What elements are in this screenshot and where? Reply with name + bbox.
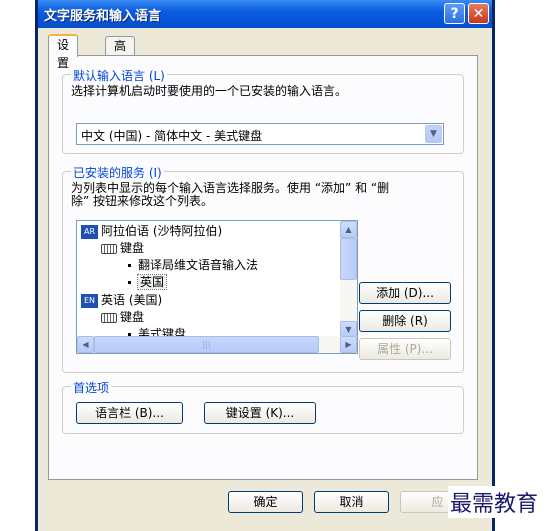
window-title: 文字服务和输入语言	[44, 9, 162, 24]
default-language-group: 默认输入语言 (L) 选择计算机启动时要使用的一个已安装的输入语言。 中文 (中…	[62, 67, 464, 154]
scroll-left-icon[interactable]: ◀	[77, 336, 94, 353]
tree-item-service[interactable]: 翻译局维文语音输入法	[125, 257, 258, 274]
tree-item-keyboard[interactable]: 键盘	[101, 309, 144, 326]
language-badge-ar: AR	[81, 224, 98, 239]
dialog-window: 文字服务和输入语言 ? ✕ 设置 高级 默认输入语言 (L) 选择计算机启动时要…	[35, 0, 495, 531]
language-bar-button[interactable]: 语言栏 (B)...	[76, 402, 183, 424]
scroll-up-icon[interactable]: ▲	[340, 221, 357, 238]
chevron-down-icon[interactable]: ▼	[425, 125, 442, 143]
tree-label: 键盘	[120, 241, 145, 255]
bullet-icon	[128, 264, 131, 267]
default-language-title: 默认输入语言 (L)	[71, 67, 167, 84]
vertical-scroll-thumb[interactable]	[340, 238, 357, 280]
tree-label: 英语 (美国)	[101, 293, 163, 307]
vertical-scrollbar[interactable]: ▲ ▼	[340, 221, 357, 338]
default-language-value: 中文 (中国) - 简体中文 - 美式键盘	[81, 129, 263, 143]
keyboard-icon	[101, 243, 117, 254]
default-language-select[interactable]: 中文 (中国) - 简体中文 - 美式键盘 ▼	[76, 123, 444, 145]
title-bar[interactable]: 文字服务和输入语言 ? ✕	[38, 0, 492, 28]
tree-item-service-selected[interactable]: 英国	[125, 274, 168, 291]
help-button[interactable]: ?	[444, 3, 465, 24]
keyboard-icon	[101, 312, 117, 323]
description-line-2: 除” 按钮来修改这个列表。	[71, 194, 214, 208]
cancel-button[interactable]: 取消	[314, 491, 389, 513]
watermark-text: 最需教育	[447, 486, 540, 518]
preferences-group: 首选项 语言栏 (B)... 键设置 (K)...	[62, 379, 464, 434]
language-badge-en: EN	[81, 293, 98, 308]
remove-button[interactable]: 删除 (R)	[359, 310, 451, 332]
tree-item-english[interactable]: EN 英语 (美国)	[81, 292, 162, 309]
tab-panel: 默认输入语言 (L) 选择计算机启动时要使用的一个已安装的输入语言。 中文 (中…	[48, 55, 478, 480]
horizontal-scrollbar[interactable]: ◀ ||| ▶	[77, 336, 357, 353]
bullet-icon	[128, 281, 131, 284]
add-button[interactable]: 添加 (D)...	[359, 282, 451, 304]
horizontal-scroll-thumb[interactable]: |||	[94, 336, 319, 353]
default-language-description: 选择计算机启动时要使用的一个已安装的输入语言。	[71, 84, 348, 98]
tree-label: 翻译局维文语音输入法	[138, 258, 259, 272]
tree-item-arabic[interactable]: AR 阿拉伯语 (沙特阿拉伯)	[81, 223, 222, 240]
preferences-title: 首选项	[71, 379, 112, 396]
tab-advanced[interactable]: 高级	[105, 36, 136, 71]
tab-settings[interactable]: 设置	[48, 34, 79, 70]
scroll-right-icon[interactable]: ▶	[340, 336, 357, 353]
key-settings-button[interactable]: 键设置 (K)...	[204, 402, 316, 424]
properties-button[interactable]: 属性 (P)...	[359, 338, 451, 360]
tree-label: 键盘	[120, 310, 145, 324]
installed-services-title: 已安装的服务 (I)	[71, 164, 164, 181]
tree-label: 英国	[136, 274, 168, 290]
tree-item-keyboard[interactable]: 键盘	[101, 240, 144, 257]
installed-services-description: 为列表中显示的每个输入语言选择服务。使用 “添加” 和 “删 除” 按钮来修改这…	[71, 182, 389, 208]
tree-label: 阿拉伯语 (沙特阿拉伯)	[101, 224, 223, 238]
installed-services-group: 已安装的服务 (I) 为列表中显示的每个输入语言选择服务。使用 “添加” 和 “…	[62, 164, 464, 373]
close-button[interactable]: ✕	[468, 3, 489, 24]
services-tree[interactable]: AR 阿拉伯语 (沙特阿拉伯) 键盘 翻译局维文语音输入法 英国 EN 英语 (美国…	[76, 220, 358, 354]
ok-button[interactable]: 确定	[228, 491, 303, 513]
